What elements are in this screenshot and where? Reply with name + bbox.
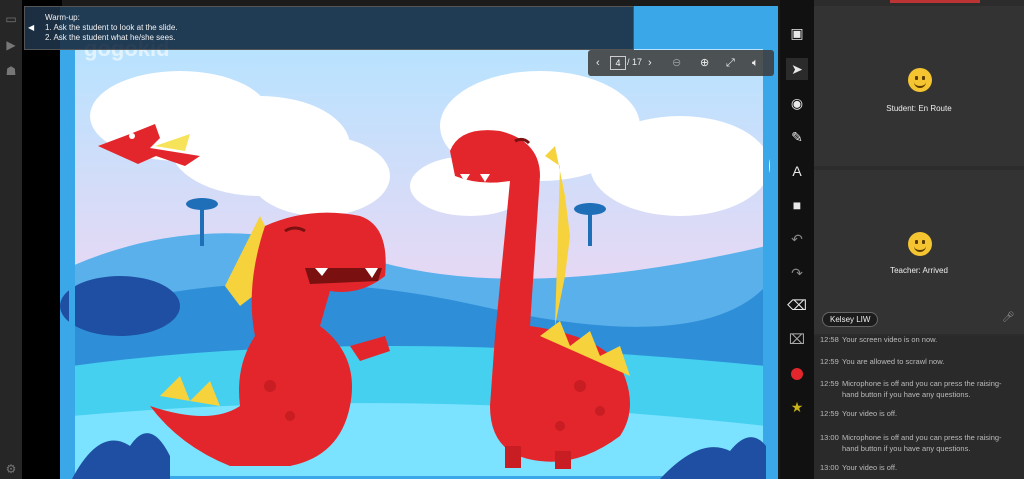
log-time: 12:59 xyxy=(820,379,839,388)
settings-gear-icon[interactable]: ⚙ xyxy=(4,462,18,476)
fullscreen-icon[interactable]: ⤢ xyxy=(726,56,735,70)
pointer-tool-icon[interactable]: ➤ xyxy=(786,58,808,80)
log-time: 12:58 xyxy=(820,336,839,344)
log-message: Your screen video is on now. xyxy=(842,336,938,344)
next-slide-icon[interactable]: › xyxy=(648,56,652,70)
log-time: 13:00 xyxy=(820,433,839,442)
tool-rail: ▣ ➤ ◉ ✎ A ■ ↶ ↷ ⌫ ⌧ ★ xyxy=(780,0,814,479)
pen-color-icon[interactable] xyxy=(786,362,808,384)
warmup-title: Warm-up: xyxy=(45,13,80,22)
warmup-note: ◀ Warm-up: 1. Ask the student to look at… xyxy=(24,6,634,50)
slide-controls: ‹ 4 / 17 › ⊖ ⊕ ⤢ 🔈︎ xyxy=(588,50,774,76)
log-time: 12:59 xyxy=(820,357,839,366)
left-sidebar: ▭ ▶ ☗ ⚙ xyxy=(0,0,22,479)
top-indicator xyxy=(890,0,980,3)
user-icon[interactable]: ☗ xyxy=(4,64,18,78)
redo-icon[interactable]: ↷ xyxy=(786,262,808,284)
star-reward-icon[interactable]: ★ xyxy=(786,396,808,418)
student-video-tile: Student: En Route xyxy=(814,6,1024,166)
log-time: 13:00 xyxy=(820,463,839,472)
zoom-in-icon[interactable]: ⊕ xyxy=(700,56,709,70)
log-message: Your video is off. xyxy=(842,409,898,418)
laser-target-icon[interactable]: ◉ xyxy=(786,92,808,114)
toolbox-icon[interactable]: ▣ xyxy=(786,22,808,44)
teacher-name-chip: Kelsey LIW xyxy=(822,312,879,327)
page-number-input[interactable]: 4 xyxy=(610,56,626,70)
log-time: 12:59 xyxy=(820,409,839,418)
slide-illustration: gogokid xyxy=(60,36,770,479)
slide-stage: gogokid xyxy=(60,6,778,479)
speaker-icon[interactable]: 🔈︎ xyxy=(752,56,759,70)
warmup-line-1: 1. Ask the student to look at the slide. xyxy=(45,23,178,32)
collapse-arrow-icon[interactable]: ◀ xyxy=(28,23,34,32)
shape-tool-icon[interactable]: ■ xyxy=(786,194,808,216)
dark-bush xyxy=(60,276,180,336)
microphone-icon[interactable]: 🎤︎ xyxy=(1002,312,1015,326)
right-panel: Student: En Route Teacher: Arrived Kelse… xyxy=(814,0,1024,479)
zoom-out-icon[interactable]: ⊖ xyxy=(672,56,681,70)
teacher-status: Teacher: Arrived xyxy=(890,266,948,275)
stage-gutter xyxy=(22,0,62,479)
message-log: 12:58 Your screen video is on now. 12:59… xyxy=(814,336,1024,479)
eraser-icon[interactable]: ⌫ xyxy=(786,294,808,316)
student-status: Student: En Route xyxy=(886,104,952,113)
log-message: You are allowed to scrawl now. xyxy=(842,357,945,366)
undo-icon[interactable]: ↶ xyxy=(786,228,808,250)
page-total: / 17 xyxy=(627,57,643,67)
chat-icon[interactable]: ▭ xyxy=(4,12,18,26)
student-smiley-icon xyxy=(908,68,932,92)
warmup-line-2: 2. Ask the student what he/she sees. xyxy=(45,33,176,42)
log-message: Your video is off. xyxy=(842,463,898,472)
video-icon[interactable]: ▶ xyxy=(4,38,18,52)
teacher-video-tile: Teacher: Arrived xyxy=(814,170,1024,334)
prev-slide-icon[interactable]: ‹ xyxy=(596,56,600,70)
pen-tool-icon[interactable]: ✎ xyxy=(786,126,808,148)
log-message: Microphone is off and you can press the … xyxy=(842,433,1002,453)
clear-board-icon[interactable]: ⌧ xyxy=(786,328,808,350)
teacher-smiley-icon xyxy=(908,232,932,256)
log-message: Microphone is off and you can press the … xyxy=(842,379,1002,399)
text-tool-icon[interactable]: A xyxy=(786,160,808,182)
